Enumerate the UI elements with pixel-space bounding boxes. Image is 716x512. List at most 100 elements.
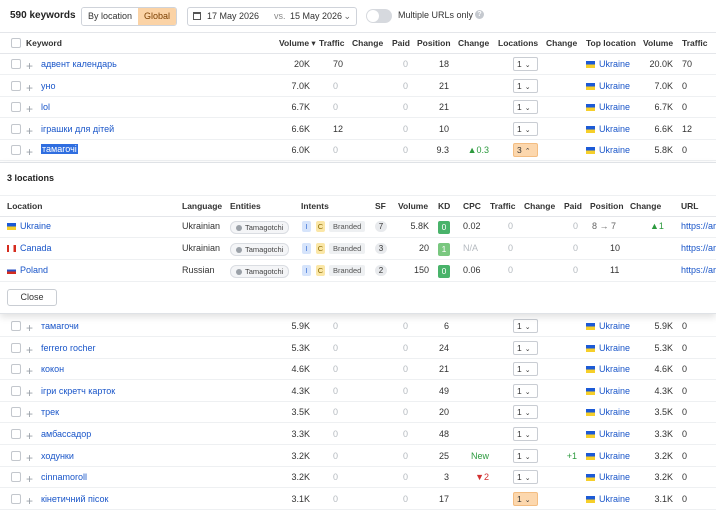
keyword-link[interactable]: трек xyxy=(41,407,59,417)
table-row[interactable]: + адвент календарь 20K 70 0 18 1 ⌄ Ukraine 20.0K 7… xyxy=(0,53,716,75)
keyword-link[interactable]: іграшки для дітей xyxy=(41,124,114,134)
col-position-change[interactable]: Change xyxy=(458,38,489,48)
top-location[interactable]: Ukraine xyxy=(586,451,630,461)
entity-tag[interactable]: Tamagotchi xyxy=(230,221,290,234)
col-locations-change[interactable]: Change xyxy=(546,38,577,48)
table-row[interactable]: + кокон 4.6K 0 0 21 1 ⌄ Ukraine 4.6K 0 xyxy=(0,358,716,381)
table-row[interactable]: + амбассадор 3.3K 0 0 48 1 ⌄ Ukraine 3.3K 0 xyxy=(0,423,716,445)
top-location[interactable]: Ukraine xyxy=(586,145,630,155)
locations-dropdown[interactable]: 1 ⌄ xyxy=(513,470,538,485)
table-row[interactable]: + тамагочи 5.9K 0 0 6 1 ⌄ Ukraine 5.9K 0 xyxy=(0,315,716,337)
popup-location[interactable]: Ukraine xyxy=(7,221,51,231)
pcol-entities[interactable]: Entities xyxy=(230,201,261,211)
locations-dropdown[interactable]: 1 ⌄ xyxy=(513,319,538,333)
plus-icon[interactable]: + xyxy=(26,102,33,116)
keyword-link[interactable]: ходунки xyxy=(41,451,74,461)
locations-dropdown[interactable]: 1 ⌄ xyxy=(513,427,538,441)
col-top-volume[interactable]: Volume xyxy=(643,38,673,48)
serp-features-count[interactable]: 3 xyxy=(375,243,387,254)
col-volume[interactable]: Volume ▾ xyxy=(279,38,316,49)
keyword-link[interactable]: уно xyxy=(41,81,55,91)
pcol-language[interactable]: Language xyxy=(182,201,222,211)
date-range-picker[interactable]: 17 May 2026 vs. 15 May 2026 ⌄ xyxy=(187,7,357,26)
top-location[interactable]: Ukraine xyxy=(586,494,630,504)
locations-dropdown[interactable]: 1 ⌄ xyxy=(513,405,538,420)
plus-icon[interactable]: + xyxy=(26,472,33,486)
table-row[interactable]: + іграшки для дітей 6.6K 12 0 10 1 ⌄ Ukraine 6.6K… xyxy=(0,118,716,140)
plus-icon[interactable]: + xyxy=(26,343,33,357)
table-row[interactable]: + трек 3.5K 0 0 20 1 ⌄ Ukraine 3.5K 0 xyxy=(0,401,716,424)
keyword-link[interactable]: адвент календарь xyxy=(41,59,117,69)
plus-icon[interactable]: + xyxy=(26,407,33,421)
col-locations[interactable]: Locations xyxy=(498,38,538,48)
keyword-link[interactable]: кокон xyxy=(41,364,64,374)
pcol-url[interactable]: URL xyxy=(681,201,698,211)
table-row[interactable]: + уно 7.0K 0 0 21 1 ⌄ Ukraine 7.0K 0 xyxy=(0,75,716,97)
top-location[interactable]: Ukraine xyxy=(586,407,630,417)
multiple-urls-toggle[interactable] xyxy=(366,9,392,23)
row-checkbox[interactable] xyxy=(11,123,21,134)
top-location[interactable]: Ukraine xyxy=(586,386,630,396)
locations-dropdown[interactable]: 1 ⌄ xyxy=(513,491,538,506)
plus-icon[interactable]: + xyxy=(26,81,33,95)
row-checkbox[interactable] xyxy=(11,102,21,113)
pcol-intents[interactable]: Intents xyxy=(301,201,329,211)
plus-icon[interactable]: + xyxy=(26,451,33,465)
pcol-position[interactable]: Position xyxy=(590,201,624,211)
top-location[interactable]: Ukraine xyxy=(586,124,630,134)
help-icon[interactable]: ? xyxy=(475,10,484,19)
table-row[interactable]: + ходунки 3.2K 0 0 25 New 1 ⌄ +1 Ukraine 3.2K 0 xyxy=(0,445,716,467)
entity-tag[interactable]: Tamagotchi xyxy=(230,243,290,256)
locations-dropdown[interactable]: 1 ⌄ xyxy=(513,57,538,71)
top-location[interactable]: Ukraine xyxy=(586,102,630,112)
plus-icon[interactable]: + xyxy=(26,386,33,400)
col-top-location[interactable]: Top location xyxy=(586,38,636,48)
row-checkbox[interactable] xyxy=(11,364,21,375)
pcol-cpc[interactable]: CPC xyxy=(463,201,481,211)
pcol-change2[interactable]: Change xyxy=(630,201,661,211)
top-location[interactable]: Ukraine xyxy=(586,364,630,374)
locations-dropdown[interactable]: 1 ⌄ xyxy=(513,383,538,398)
pcol-change[interactable]: Change xyxy=(524,201,555,211)
table-row[interactable]: + ferrero rocher 5.3K 0 0 24 1 ⌄ Ukraine 5.3K 0 xyxy=(0,337,716,359)
top-location[interactable]: Ukraine xyxy=(586,429,630,439)
plus-icon[interactable]: + xyxy=(26,429,33,443)
locations-dropdown[interactable]: 3 ⌃ xyxy=(513,143,538,158)
by-location-button[interactable]: By location xyxy=(82,8,139,25)
popup-url[interactable]: https://ar xyxy=(681,243,716,253)
plus-icon[interactable]: + xyxy=(26,321,33,335)
select-all-checkbox[interactable] xyxy=(11,38,21,48)
pcol-kd[interactable]: KD xyxy=(438,201,450,211)
col-top-traffic[interactable]: Traffic xyxy=(682,38,708,48)
locations-dropdown[interactable]: 1 ⌄ xyxy=(513,121,538,136)
row-checkbox[interactable] xyxy=(11,407,21,418)
locations-dropdown[interactable]: 1 ⌄ xyxy=(513,362,538,377)
close-button[interactable]: Close xyxy=(7,289,57,306)
col-traffic[interactable]: Traffic xyxy=(319,38,345,48)
plus-icon[interactable]: + xyxy=(26,145,33,159)
row-checkbox[interactable] xyxy=(11,385,21,396)
plus-icon[interactable]: + xyxy=(26,124,33,138)
popup-url[interactable]: https://ar xyxy=(681,221,716,231)
top-location[interactable]: Ukraine xyxy=(586,343,630,353)
keyword-link[interactable]: кінетичний пісок xyxy=(41,494,108,504)
row-checkbox[interactable] xyxy=(11,429,21,439)
row-checkbox[interactable] xyxy=(11,493,21,504)
pcol-location[interactable]: Location xyxy=(7,201,42,211)
keyword-link[interactable]: тамагочі xyxy=(41,144,78,155)
pcol-sf[interactable]: SF xyxy=(375,201,386,211)
keyword-link[interactable]: lol xyxy=(41,102,50,112)
row-checkbox[interactable] xyxy=(11,321,21,331)
row-checkbox[interactable] xyxy=(11,80,21,91)
table-row[interactable]: + ігри скретч карток 4.3K 0 0 49 1 ⌄ Ukraine 4.3K… xyxy=(0,380,716,402)
serp-features-count[interactable]: 2 xyxy=(375,265,387,276)
entity-tag[interactable]: Tamagotchi xyxy=(230,265,290,278)
row-checkbox[interactable] xyxy=(11,145,21,156)
keyword-link[interactable]: тамагочи xyxy=(41,321,79,331)
top-location[interactable]: Ukraine xyxy=(586,59,630,69)
keyword-link[interactable]: ігри скретч карток xyxy=(41,386,115,396)
row-checkbox[interactable] xyxy=(11,59,21,69)
plus-icon[interactable]: + xyxy=(26,59,33,73)
row-checkbox[interactable] xyxy=(11,342,21,353)
pcol-paid[interactable]: Paid xyxy=(564,201,582,211)
